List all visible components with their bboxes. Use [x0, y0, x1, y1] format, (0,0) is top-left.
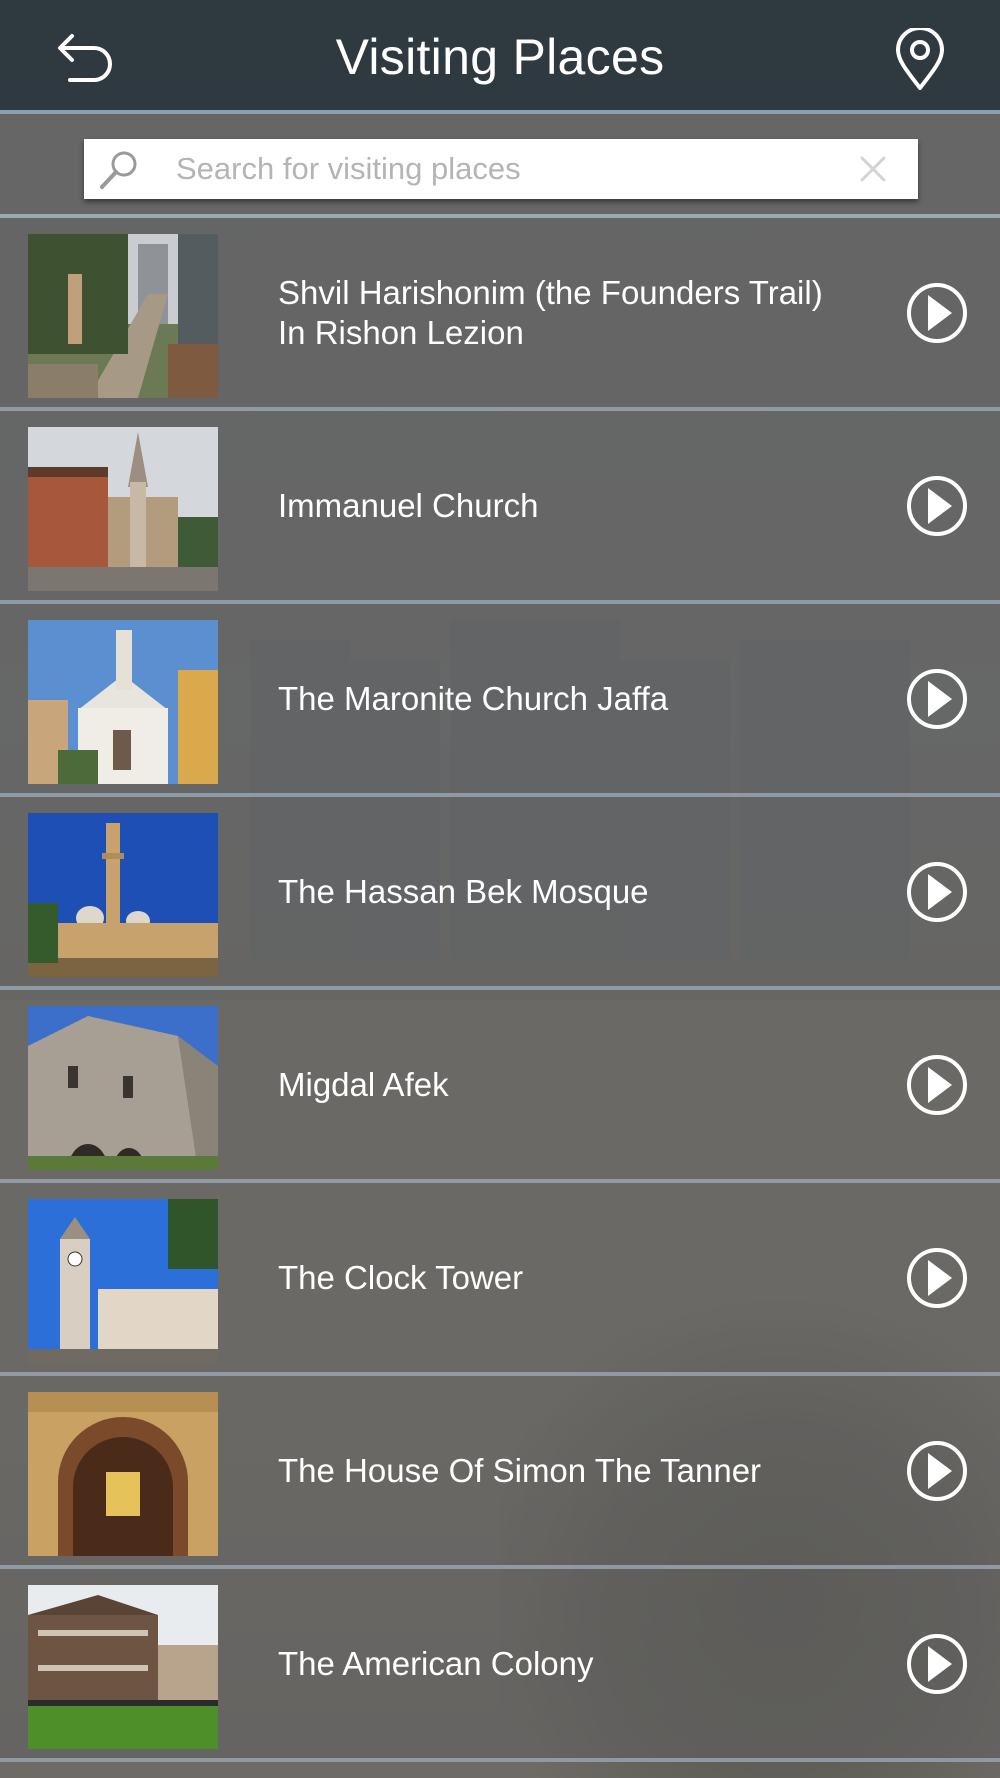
chevron-right-circle-icon[interactable]	[906, 1633, 968, 1695]
place-thumbnail	[28, 1392, 218, 1556]
page-title: Visiting Places	[335, 29, 665, 85]
place-thumbnail	[28, 427, 218, 591]
chevron-right-circle-icon[interactable]	[906, 1247, 968, 1309]
list-item[interactable]: The American Colony	[0, 1569, 1000, 1762]
chevron-right-circle-icon[interactable]	[906, 1054, 968, 1116]
place-thumbnail	[28, 1006, 218, 1170]
chevron-right-circle-icon[interactable]	[906, 475, 968, 537]
place-thumbnail	[28, 234, 218, 398]
chevron-right-circle-icon[interactable]	[906, 1440, 968, 1502]
list-item[interactable]: Immanuel Church	[0, 411, 1000, 604]
search-input[interactable]	[174, 145, 818, 193]
list-item[interactable]: Shvil Harishonim (the Founders Trail) In…	[0, 218, 1000, 411]
place-name: The House Of Simon The Tanner	[278, 1451, 762, 1489]
search-bar	[0, 114, 1000, 218]
place-thumbnail	[28, 620, 218, 784]
place-name: Migdal Afek	[278, 1065, 449, 1103]
app-header: Visiting Places	[0, 0, 1000, 114]
place-thumbnail	[28, 1585, 218, 1749]
location-pin-icon	[896, 26, 944, 90]
place-name: The Maronite Church Jaffa	[278, 679, 669, 717]
place-name: The American Colony	[278, 1644, 594, 1682]
list-item[interactable]: The Clock Tower	[0, 1183, 1000, 1376]
map-button[interactable]	[892, 26, 948, 92]
list-item[interactable]: The Maronite Church Jaffa	[0, 604, 1000, 797]
place-name: Immanuel Church	[278, 486, 539, 524]
clear-search-icon[interactable]	[858, 154, 888, 184]
chevron-right-circle-icon[interactable]	[906, 282, 968, 344]
chevron-right-circle-icon[interactable]	[906, 861, 968, 923]
place-name: Shvil Harishonim (the Founders Trail) In…	[278, 273, 823, 351]
list-item[interactable]: Migdal Afek	[0, 990, 1000, 1183]
list-item[interactable]: The Hassan Bek Mosque	[0, 797, 1000, 990]
search-box	[84, 139, 918, 199]
place-thumbnail	[28, 1199, 218, 1363]
chevron-right-circle-icon[interactable]	[906, 668, 968, 730]
place-name: The Clock Tower	[278, 1258, 524, 1296]
search-icon	[100, 151, 137, 189]
list-item[interactable]: The House Of Simon The Tanner	[0, 1376, 1000, 1569]
places-list: Shvil Harishonim (the Founders Trail) In…	[0, 218, 1000, 1762]
place-name: The Hassan Bek Mosque	[278, 872, 649, 910]
place-thumbnail	[28, 813, 218, 977]
